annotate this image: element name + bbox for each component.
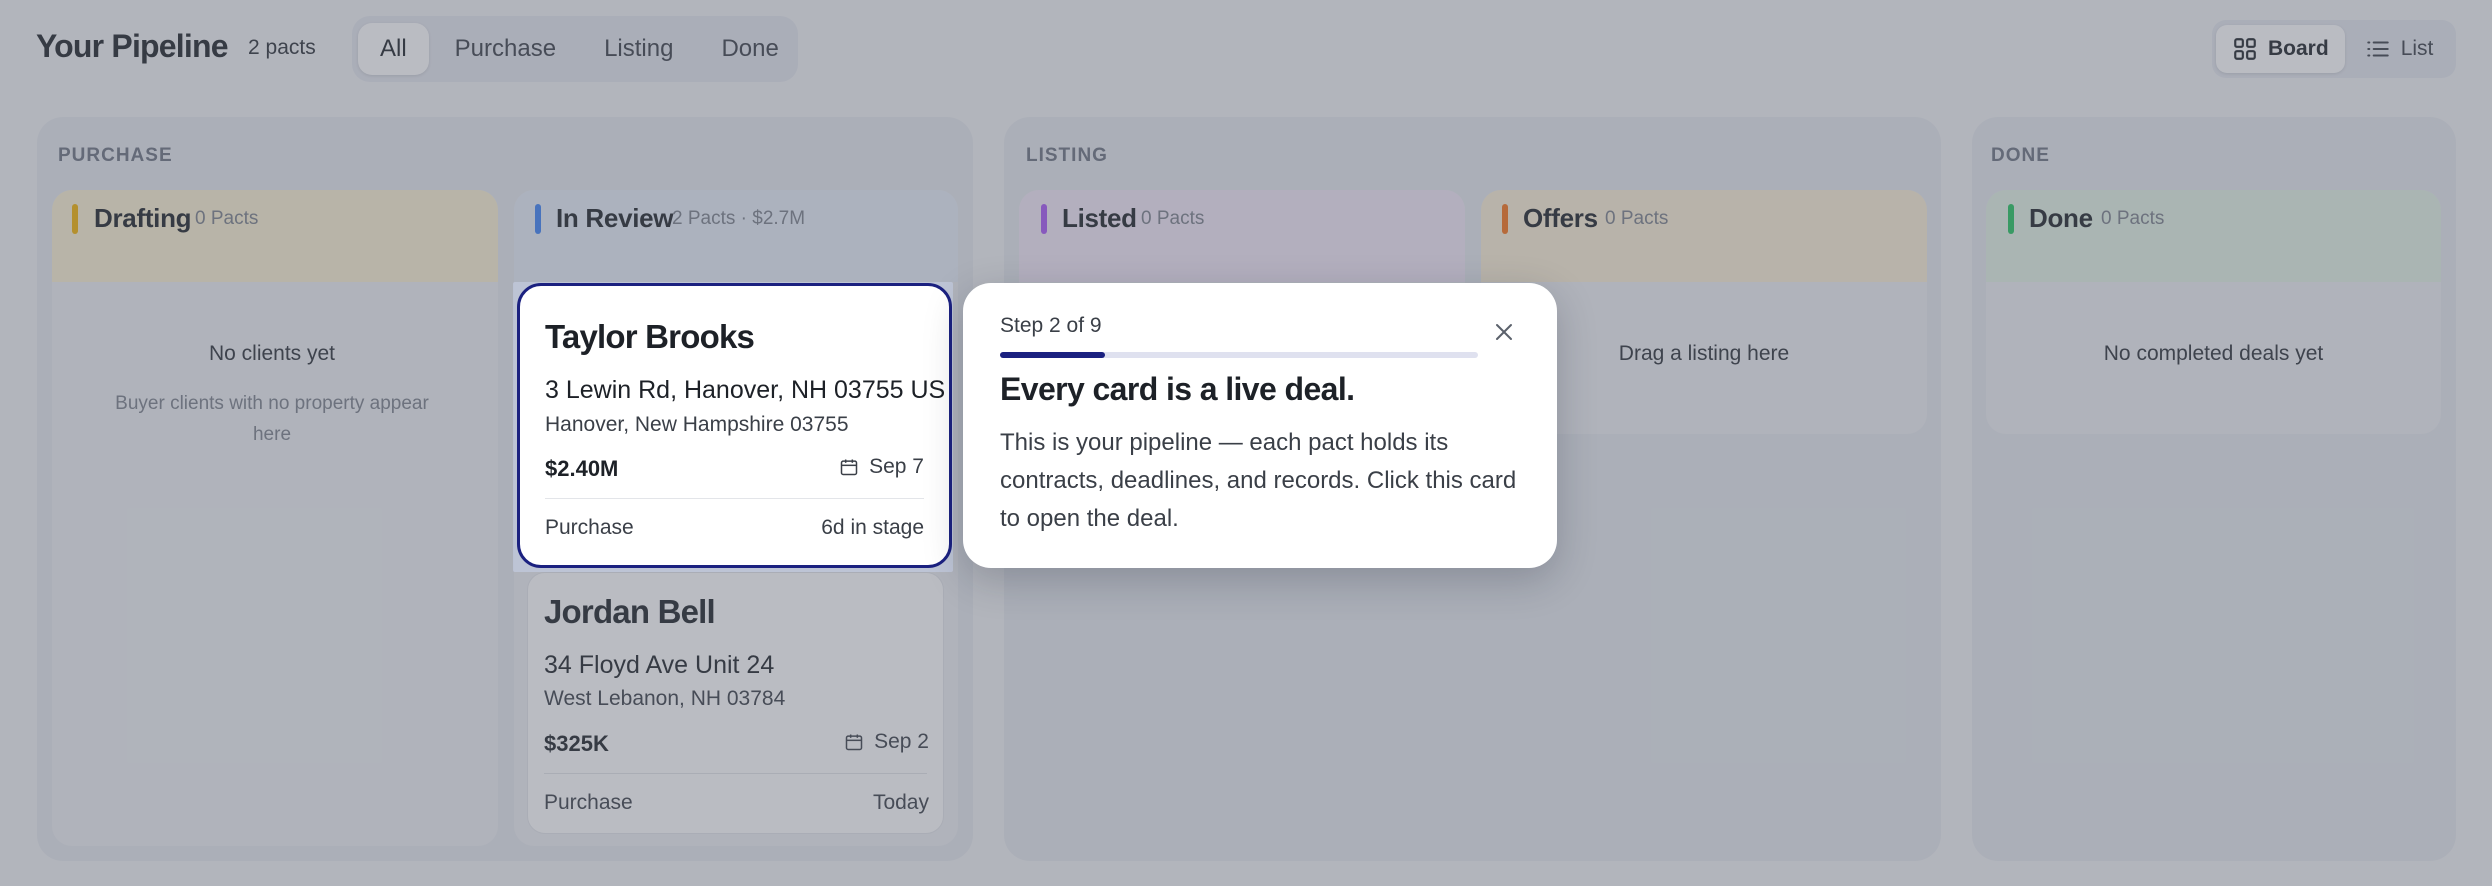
card-date-label: Sep 2 [874, 730, 929, 753]
board-view-button[interactable]: Board [2216, 25, 2345, 73]
tour-step-label: Step 2 of 9 [1000, 314, 1102, 337]
card-type: Purchase [545, 516, 634, 539]
card-client-name: Taylor Brooks [545, 318, 755, 355]
calendar-icon [845, 734, 863, 751]
page-header: Your Pipeline 2 pacts All Purchase Listi… [0, 0, 2492, 100]
column-name: Offers [1523, 203, 1598, 233]
group-label-done: DONE [1991, 145, 2050, 166]
column-color-bar [72, 204, 78, 234]
column-meta: 2 Pacts · $2.7M [672, 208, 806, 229]
filter-purchase[interactable]: Purchase [433, 23, 578, 75]
tour-body: This is your pipeline — each pact holds … [1000, 429, 1517, 532]
column-color-bar [1502, 204, 1508, 234]
column-meta: 0 Pacts [1141, 208, 1205, 229]
card-date: Sep 7 [839, 455, 924, 479]
card-type: Purchase [544, 791, 633, 814]
view-toggle: Board List [2212, 20, 2456, 78]
column-meta: 0 Pacts [1605, 208, 1669, 229]
column-header-drafting: Drafting 0 Pacts [52, 190, 498, 282]
card-stage-age: Today [872, 791, 929, 814]
empty-state: No clients yet Buyer clients with no pro… [112, 342, 432, 450]
column-header-listed: Listed 0 Pacts [1019, 190, 1465, 282]
column-name: In Review [556, 203, 674, 233]
card-date-label: Sep 7 [869, 455, 924, 478]
filter-tabs: All Purchase Listing Done [352, 16, 798, 82]
empty-title: No completed deals yet [2103, 342, 2324, 365]
card-city: West Lebanon, NH 03784 [544, 687, 786, 710]
column-color-bar [2008, 204, 2014, 234]
card-price: $325K [544, 731, 609, 756]
card-stage-age: 6d in stage [821, 516, 924, 539]
list-view-label: List [2400, 37, 2434, 60]
deal-card[interactable]: Jordan Bell 34 Floyd Ave Unit 24 West Le… [527, 572, 944, 834]
calendar-icon [840, 459, 858, 476]
card-price: $2.40M [545, 456, 619, 481]
column-name: Drafting [94, 203, 192, 233]
column-name: Listed [1062, 203, 1137, 233]
deal-card-highlighted[interactable]: Taylor Brooks 3 Lewin Rd, Hanover, NH 03… [517, 283, 952, 568]
grid-icon [2234, 38, 2256, 60]
column-name: Done [2029, 203, 2093, 233]
column-color-bar [535, 204, 541, 234]
close-icon [1496, 324, 1512, 340]
column-meta: 0 Pacts [195, 208, 259, 229]
card-address: 34 Floyd Ave Unit 24 [544, 651, 775, 679]
tour-popover: Step 2 of 9 Every card is a live deal. T… [963, 283, 1557, 568]
empty-state: No completed deals yet [1986, 342, 2441, 366]
card-date: Sep 2 [844, 730, 929, 754]
column-drafting: Drafting 0 Pacts No clients yet Buyer cl… [52, 190, 498, 846]
filter-done[interactable]: Done [699, 23, 800, 75]
group-label-listing: LISTING [1026, 145, 1108, 166]
page-title: Your Pipeline [36, 28, 229, 64]
card-divider [544, 773, 927, 774]
filter-all[interactable]: All [358, 23, 429, 75]
card-divider [545, 498, 924, 499]
column-color-bar [1041, 204, 1047, 234]
card-city: Hanover, New Hampshire 03755 [545, 413, 849, 436]
close-button[interactable] [1489, 317, 1519, 347]
board-view-label: Board [2268, 37, 2329, 60]
tour-progress-bar [1000, 352, 1478, 358]
group-label-purchase: PURCHASE [58, 145, 173, 166]
pact-count: 2 pacts [248, 36, 316, 59]
column-header-done: Done 0 Pacts [1986, 190, 2441, 282]
column-meta: 0 Pacts [2101, 208, 2165, 229]
tour-progress-fill [1000, 352, 1106, 358]
column-done: Done 0 Pacts No completed deals yet [1986, 190, 2441, 434]
empty-subtitle: Buyer clients with no property appear he… [115, 393, 429, 445]
card-address: 3 Lewin Rd, Hanover, NH 03755 US [545, 376, 946, 404]
list-view-button[interactable]: List [2349, 25, 2450, 73]
filter-listing[interactable]: Listing [582, 23, 695, 75]
empty-title: No clients yet [208, 342, 336, 365]
column-header-offers: Offers 0 Pacts [1481, 190, 1927, 282]
column-header-in-review: In Review 2 Pacts · $2.7M [514, 190, 958, 282]
card-client-name: Jordan Bell [544, 593, 716, 630]
list-icon [2366, 41, 2389, 57]
tour-heading: Every card is a live deal. [1000, 371, 1355, 407]
